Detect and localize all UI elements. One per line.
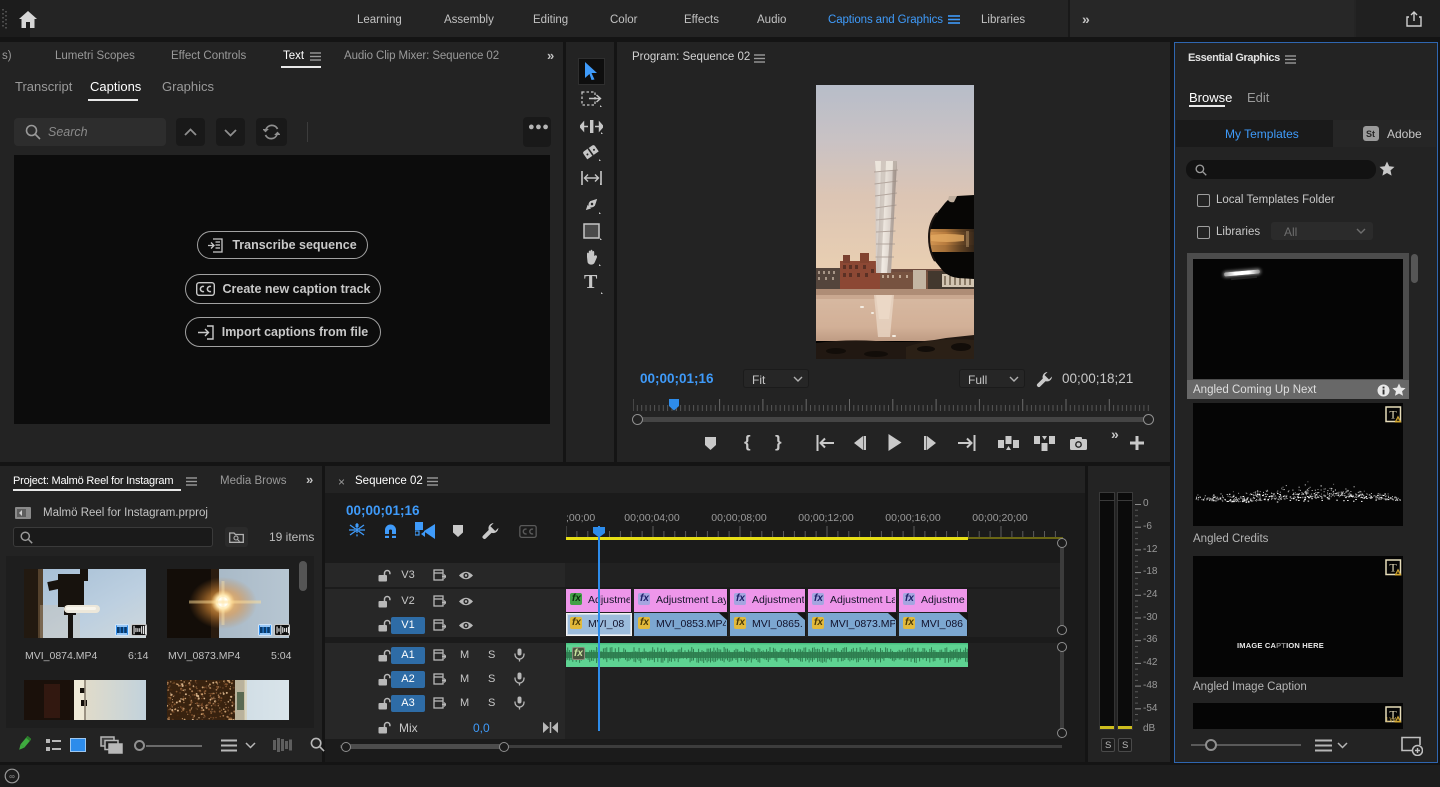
svg-text:∞: ∞ (9, 772, 15, 781)
